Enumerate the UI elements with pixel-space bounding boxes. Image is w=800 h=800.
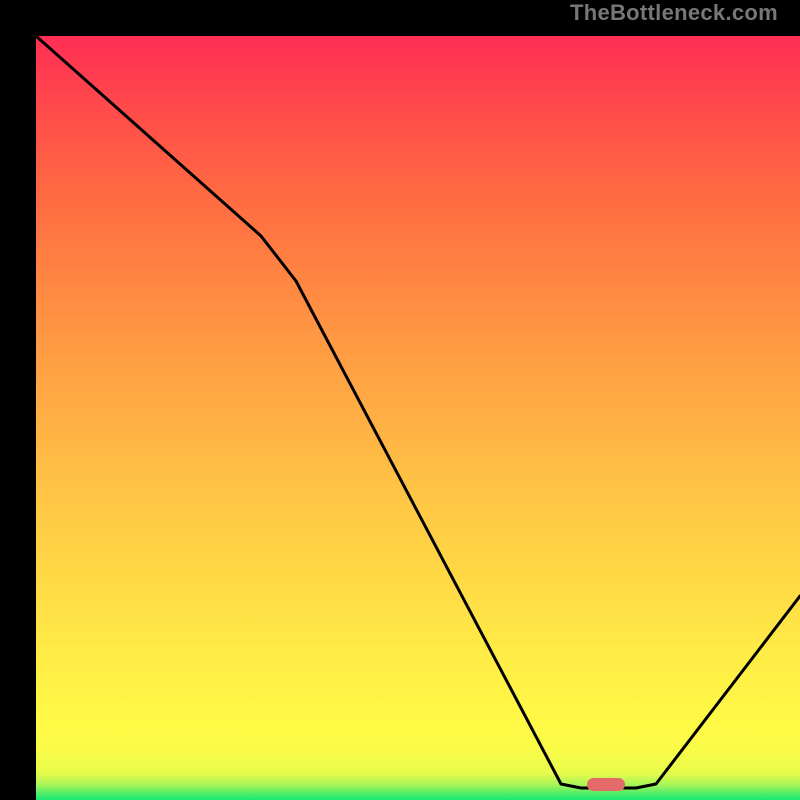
curve-svg — [36, 36, 800, 800]
plot-area — [36, 36, 800, 800]
chart-frame — [0, 0, 800, 800]
curve-line — [36, 36, 800, 788]
bottleneck-marker — [587, 778, 625, 791]
watermark-text: TheBottleneck.com — [570, 0, 778, 26]
